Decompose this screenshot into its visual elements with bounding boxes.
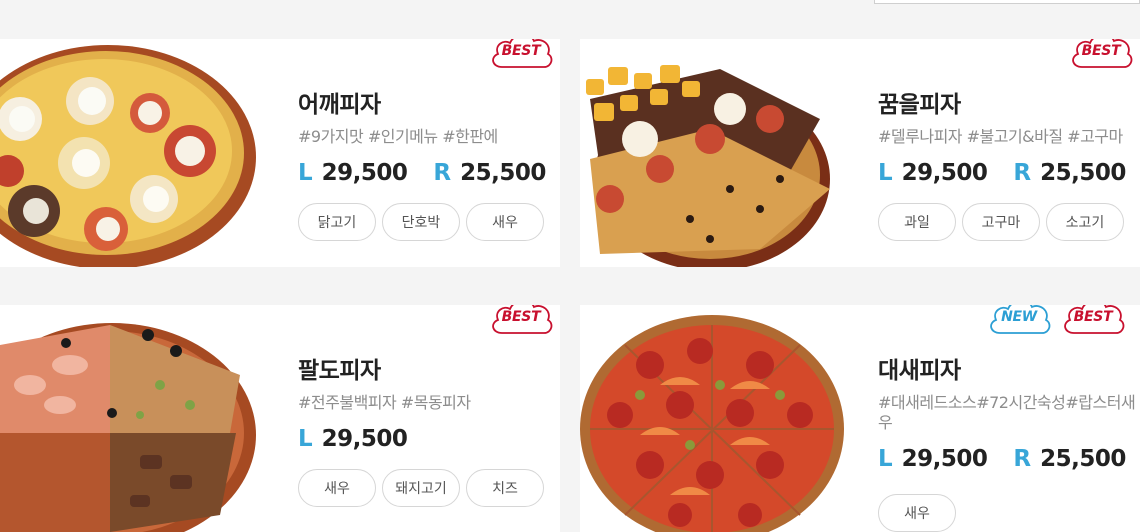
badge-group: NEW BEST bbox=[986, 305, 1126, 337]
size-label: L bbox=[878, 160, 893, 186]
price-large: L 29,500 bbox=[298, 160, 408, 186]
price-large: L 29,500 bbox=[878, 446, 988, 472]
price-regular: R 25,500 bbox=[1013, 160, 1126, 186]
badge-group: BEST bbox=[488, 39, 554, 71]
topping-button[interactable]: 치즈 bbox=[466, 469, 544, 507]
size-label: R bbox=[433, 160, 452, 186]
topping-buttons: 새우 bbox=[878, 494, 1140, 532]
price-amount: 25,500 bbox=[1040, 160, 1126, 186]
pizza-name[interactable]: 팔도피자 bbox=[298, 351, 544, 385]
pizza-menu-page: BEST 어깨피자 #9가지맛 #인기메뉴 #한판에 L 29,500 R 25… bbox=[0, 0, 1140, 532]
topping-buttons: 과일 고구마 소고기 bbox=[878, 203, 1126, 241]
pizza-tags: #델루나피자 #불고기&바질 #고구마 bbox=[878, 127, 1123, 146]
topping-button[interactable]: 고구마 bbox=[962, 203, 1040, 241]
topping-button[interactable]: 새우 bbox=[878, 494, 956, 532]
pizza-name[interactable]: 대새피자 bbox=[878, 351, 1140, 385]
pizza-image[interactable] bbox=[580, 39, 840, 267]
pizza-card-2[interactable]: BEST 꿈을피자 #델루나피자 #불고기&바질 #고구마 L 29,500 R… bbox=[580, 39, 1140, 267]
topping-button[interactable]: 새우 bbox=[466, 203, 544, 241]
badge-label: BEST bbox=[1073, 309, 1113, 325]
price-amount: 29,500 bbox=[901, 160, 988, 186]
topping-button[interactable]: 과일 bbox=[878, 203, 956, 241]
pizza-tags: #대새레드소스#72시간숙성#랍스터새우 bbox=[878, 393, 1136, 432]
pizza-tags: #전주불백피자 #목동피자 bbox=[298, 393, 471, 412]
badge-label: BEST bbox=[501, 43, 541, 59]
size-label: L bbox=[878, 446, 893, 472]
pizza-image[interactable] bbox=[0, 305, 260, 532]
badge-group: BEST bbox=[488, 305, 554, 337]
topping-button[interactable]: 소고기 bbox=[1046, 203, 1124, 241]
new-badge: NEW bbox=[986, 305, 1052, 337]
price-regular: R 25,500 bbox=[1013, 446, 1126, 472]
price-large: L 29,500 bbox=[878, 160, 988, 186]
top-input-edge[interactable] bbox=[874, 0, 1140, 4]
pizza-image[interactable] bbox=[0, 39, 260, 267]
pizza-card-4[interactable]: NEW BEST 대새피자 #대새레드소스#72시간숙성#랍스터새우 L 29,5… bbox=[580, 305, 1140, 532]
price-regular: R 25,500 bbox=[433, 160, 546, 186]
price-amount: 25,500 bbox=[460, 160, 546, 186]
pizza-card-3[interactable]: BEST 팔도피자 #전주불백피자 #목동피자 L 29,500 새우 돼지고기… bbox=[0, 305, 560, 532]
size-label: R bbox=[1013, 160, 1032, 186]
badge-label: BEST bbox=[1081, 43, 1121, 59]
price-amount: 25,500 bbox=[1040, 446, 1126, 472]
best-badge: BEST bbox=[488, 305, 554, 337]
pizza-card-1[interactable]: BEST 어깨피자 #9가지맛 #인기메뉴 #한판에 L 29,500 R 25… bbox=[0, 39, 560, 267]
price-large: L 29,500 bbox=[298, 426, 408, 452]
size-label: R bbox=[1013, 446, 1032, 472]
badge-label: BEST bbox=[501, 309, 541, 325]
topping-button[interactable]: 닭고기 bbox=[298, 203, 376, 241]
topping-button[interactable]: 새우 bbox=[298, 469, 376, 507]
badge-label: NEW bbox=[1001, 309, 1037, 325]
price-amount: 29,500 bbox=[901, 446, 988, 472]
price-amount: 29,500 bbox=[321, 160, 408, 186]
pizza-image[interactable] bbox=[580, 305, 850, 532]
pizza-name[interactable]: 꿈을피자 bbox=[878, 85, 1126, 119]
best-badge: BEST bbox=[1060, 305, 1126, 337]
size-label: L bbox=[298, 426, 313, 452]
pizza-name[interactable]: 어깨피자 bbox=[298, 85, 546, 119]
topping-buttons: 닭고기 단호박 새우 bbox=[298, 203, 546, 241]
topping-button[interactable]: 단호박 bbox=[382, 203, 460, 241]
pizza-tags: #9가지맛 #인기메뉴 #한판에 bbox=[298, 127, 498, 146]
topping-buttons: 새우 돼지고기 치즈 bbox=[298, 469, 544, 507]
topping-button[interactable]: 돼지고기 bbox=[382, 469, 460, 507]
best-badge: BEST bbox=[488, 39, 554, 71]
badge-group: BEST bbox=[1068, 39, 1134, 71]
size-label: L bbox=[298, 160, 313, 186]
price-amount: 29,500 bbox=[321, 426, 408, 452]
best-badge: BEST bbox=[1068, 39, 1134, 71]
